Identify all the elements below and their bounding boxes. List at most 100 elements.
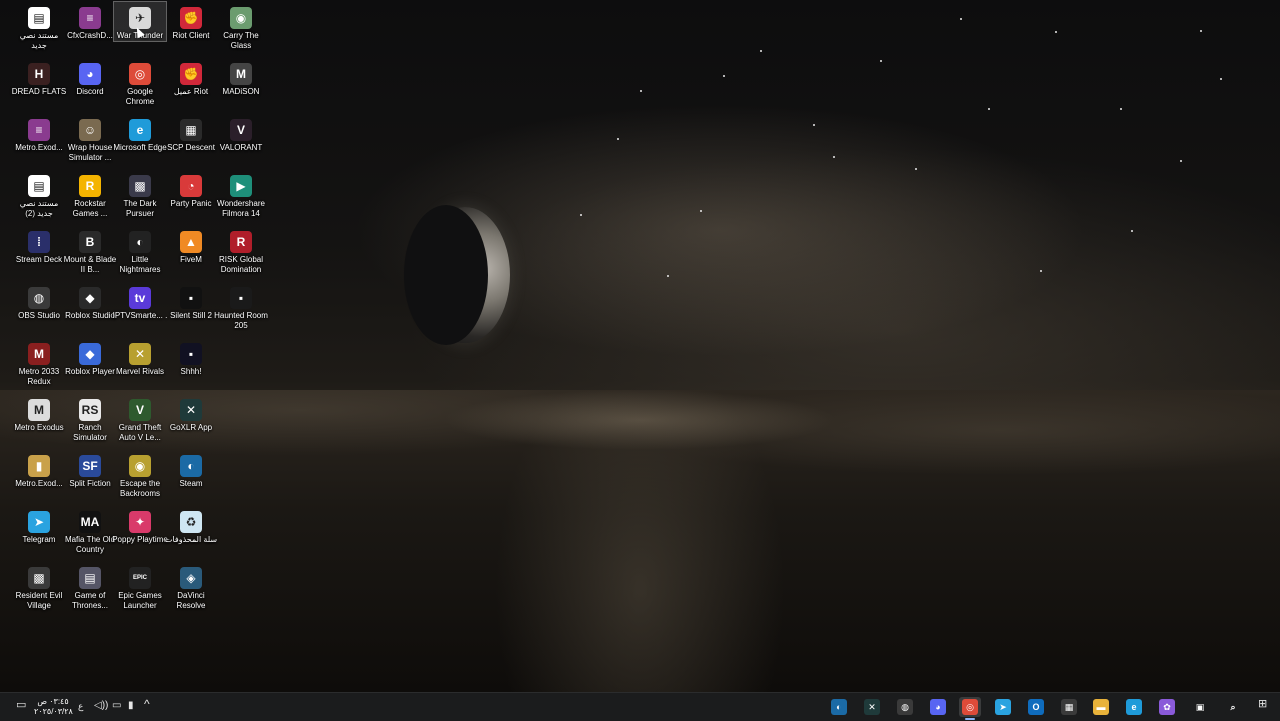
desktop-icon[interactable]: ▪ Haunted Room 205 (214, 282, 268, 331)
desktop-icon[interactable]: ≡ Metro.Exod... (13, 114, 65, 153)
desktop-icon[interactable]: ◕ Discord (64, 58, 116, 97)
desktop-icon-label: Metro.Exod... (15, 479, 63, 488)
desktop-icon[interactable]: B Mount & Blade II B... (64, 226, 116, 275)
desktop-icon-label: IPTVSmarte... . (112, 311, 168, 320)
roblox-studio-icon: ◆ (79, 287, 101, 309)
desktop-icon[interactable]: ▤ مستند نصي جديد (13, 2, 65, 51)
store-icon: ▦ (1061, 699, 1077, 715)
desktop-icon[interactable]: ◆ Roblox Studio (64, 282, 116, 321)
taskbar-app-button[interactable]: ✿ (1156, 697, 1178, 717)
volume-icon[interactable]: ◁)) (94, 701, 108, 711)
notification-icon[interactable]: ▭ (16, 700, 26, 711)
desktop-icon[interactable]: ▦ SCP Descent (165, 114, 217, 153)
desktop-icon[interactable]: tv IPTVSmarte... . (112, 282, 168, 321)
desktop-icon[interactable]: M MADiSON (215, 58, 267, 97)
taskbar-app-button[interactable]: ▣ (1189, 697, 1211, 717)
desktop-icon[interactable]: V Grand Theft Auto V Le... (114, 394, 166, 443)
taskbar-app-button[interactable]: ◐ (828, 697, 850, 717)
desktop-icon[interactable]: ▲ FiveM (165, 226, 217, 265)
taskbar-app-button[interactable]: ➤ (992, 697, 1014, 717)
desktop-icon[interactable]: ▤ Game of Thrones... (64, 562, 116, 611)
desktop-icon[interactable]: ◐ Steam (165, 450, 217, 489)
desktop-icon[interactable]: ◈ DaVinci Resolve (165, 562, 217, 611)
taskbar-app-button[interactable]: O (1025, 697, 1047, 717)
archive-icon: ▮ (28, 455, 50, 477)
desktop-icon[interactable]: ◐ Little Nightmares (114, 226, 166, 275)
desktop-icon-label: Mafia The Old Country (64, 535, 116, 554)
taskbar-app-button[interactable]: ◍ (894, 697, 916, 717)
desktop-icon[interactable]: M Metro Exodus (13, 394, 65, 433)
star (580, 214, 582, 216)
desktop-icon[interactable]: ⁞ Stream Deck (13, 226, 65, 265)
taskbar-app-button[interactable]: ▬ (1090, 697, 1112, 717)
desktop-icon-label: Roblox Studio (65, 311, 115, 320)
desktop-icon[interactable]: M Metro 2033 Redux (13, 338, 65, 387)
party-panic-icon: ◔ (180, 175, 202, 197)
desktop-icon[interactable]: ≡ CfxCrashD... (64, 2, 116, 41)
desktop-icon[interactable]: ◎ Google Chrome (114, 58, 166, 107)
star (667, 275, 669, 277)
star (960, 18, 962, 20)
network-icon[interactable]: ▭ (112, 701, 121, 711)
recycle-bin-icon: ♻ (180, 511, 202, 533)
desktop-icon[interactable]: ▩ Resident Evil Village (13, 562, 65, 611)
start-button-icon[interactable]: ⊞ (1258, 699, 1267, 710)
desktop-icon[interactable]: ➤ Telegram (13, 506, 65, 545)
winrar-archive-icon: ≡ (79, 7, 101, 29)
goxlr-icon: ✕ (180, 399, 202, 421)
shhh-icon: ▪ (180, 343, 202, 365)
wrap-house-icon: ☺ (79, 119, 101, 141)
desktop-icon[interactable]: e Microsoft Edge (113, 114, 167, 153)
desktop-icon[interactable]: V VALORANT (215, 114, 267, 153)
desktop-icon[interactable]: MA Mafia The Old Country (64, 506, 116, 555)
taskbar-app-button[interactable]: ▦ (1058, 697, 1080, 717)
desktop-icon[interactable]: ✦ Poppy Playtime (112, 506, 168, 545)
taskbar-app-button[interactable]: ⌕ (1222, 697, 1244, 717)
desktop-icon[interactable]: R RISK Global Domination (215, 226, 267, 275)
desktop-icon[interactable]: ◉ Escape the Backrooms (114, 450, 166, 499)
input-language-indicator[interactable]: ع (78, 701, 83, 711)
desktop-icon[interactable]: R Rockstar Games ... (64, 170, 116, 219)
desktop-icon[interactable]: ▮ Metro.Exod... (13, 450, 65, 489)
taskbar-app-button[interactable]: ◎ (959, 697, 981, 720)
desktop-icon[interactable]: EPIC Epic Games Launcher (114, 562, 166, 611)
desktop-icon-label: Split Fiction (69, 479, 111, 488)
desktop-icon[interactable]: ☺ Wrap House Simulator ... (64, 114, 116, 163)
desktop-icon[interactable]: ✊ Riot Client (165, 2, 217, 41)
desktop-icon[interactable]: ▪ Shhh! (165, 338, 217, 377)
desktop-icon[interactable]: ◆ Roblox Player (64, 338, 116, 377)
taskbar-app-button[interactable]: e (1123, 697, 1145, 717)
desktop-icon[interactable]: RS Ranch Simulator (64, 394, 116, 443)
desktop-icon[interactable]: ♻ سلة المحذوفات (165, 506, 217, 545)
desktop-icon[interactable]: H DREAD FLATS (12, 58, 66, 97)
desktop-icon-label: Epic Games Launcher (118, 591, 162, 610)
file-explorer-icon: ▬ (1093, 699, 1109, 715)
desktop-icon-label: Resident Evil Village (15, 591, 63, 610)
desktop-icon[interactable]: ▪ Silent Still 2 (165, 282, 217, 321)
haunted-room-icon: ▪ (230, 287, 252, 309)
desktop-icon-label: Metro.Exod... (15, 143, 63, 152)
desktop-icon[interactable]: ▩ The Dark Pursuer (114, 170, 166, 219)
microphone-icon[interactable]: ▮ (128, 701, 134, 711)
chrome-icon: ◎ (129, 63, 151, 85)
desktop-icon-label: Metro Exodus (14, 423, 64, 432)
desktop-icon[interactable]: ◔ Party Panic (165, 170, 217, 209)
taskbar-app-button[interactable]: ◕ (927, 697, 949, 717)
desktop-icon-label: Escape the Backrooms (119, 479, 161, 498)
desktop-icon-label: SCP Descent (167, 143, 215, 152)
desktop-icon-label: Haunted Room 205 (214, 311, 268, 330)
desktop-icon[interactable]: ✕ Marvel Rivals (114, 338, 166, 377)
clock-time[interactable]: ٠٣:٤٥ ص (34, 697, 72, 707)
dread-flats-icon: H (28, 63, 50, 85)
taskbar-app-button[interactable]: ✕ (861, 697, 883, 717)
chevron-up-icon[interactable]: ^ (144, 698, 150, 710)
desktop-icon[interactable]: ◍ OBS Studio (13, 282, 65, 321)
desktop-icon[interactable]: SF Split Fiction (64, 450, 116, 489)
desktop-icon[interactable]: ✕ GoXLR App (165, 394, 217, 433)
desktop-icon[interactable]: ✊ عميل Riot (165, 58, 217, 97)
desktop-icon[interactable]: ▤ مستند نصي جديد (2) (13, 170, 65, 219)
desktop-icon[interactable]: ▶ Wondershare Filmora 14 (215, 170, 267, 219)
clock-date[interactable]: ٢٠٢٥/٠٣/٢٨ (34, 707, 73, 717)
desktop-icon[interactable]: ◉ Carry The Glass (215, 2, 267, 51)
riot-client-icon: ✊ (180, 7, 202, 29)
